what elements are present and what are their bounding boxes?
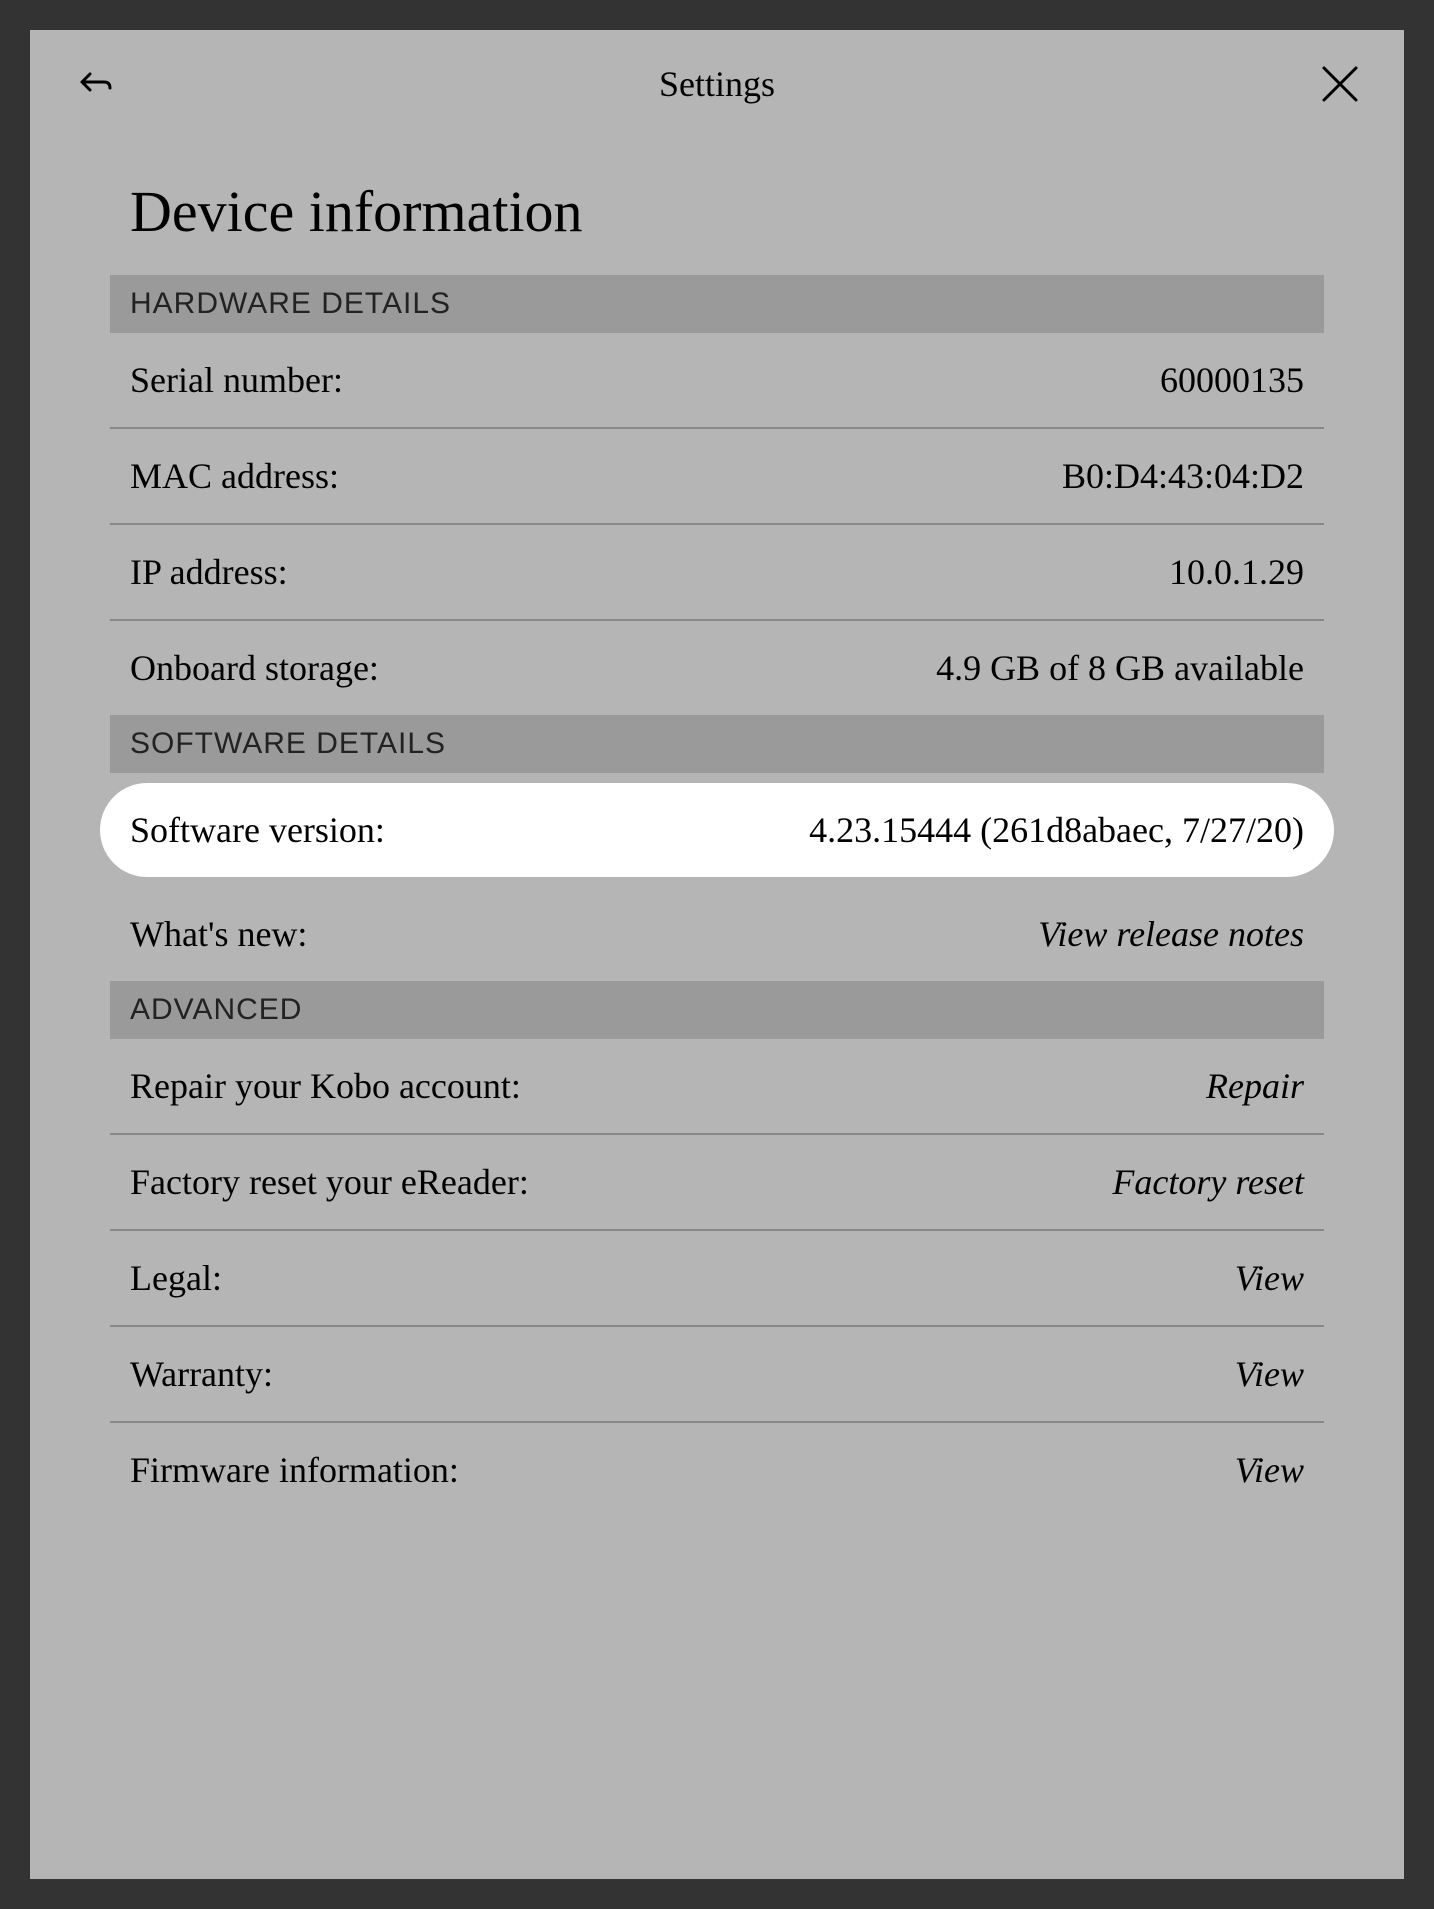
- row-serial-number: Serial number: 60000135: [110, 333, 1324, 429]
- ip-label: IP address:: [130, 551, 288, 593]
- legal-action[interactable]: View: [1235, 1257, 1304, 1299]
- serial-value: 60000135: [1160, 359, 1304, 401]
- whatsnew-action[interactable]: View release notes: [1038, 913, 1304, 955]
- row-firmware-info[interactable]: Firmware information: View: [110, 1423, 1324, 1517]
- content-area: Device information HARDWARE DETAILS Seri…: [30, 138, 1404, 1517]
- row-mac-address: MAC address: B0:D4:43:04:D2: [110, 429, 1324, 525]
- row-factory-reset[interactable]: Factory reset your eReader: Factory rese…: [110, 1135, 1324, 1231]
- factory-action[interactable]: Factory reset: [1112, 1161, 1304, 1203]
- factory-label: Factory reset your eReader:: [130, 1161, 529, 1203]
- repair-action[interactable]: Repair: [1206, 1065, 1304, 1107]
- version-label: Software version:: [130, 809, 385, 851]
- mac-label: MAC address:: [130, 455, 339, 497]
- row-onboard-storage: Onboard storage: 4.9 GB of 8 GB availabl…: [110, 621, 1324, 715]
- row-software-version: Software version: 4.23.15444 (261d8abaec…: [100, 783, 1334, 877]
- row-legal[interactable]: Legal: View: [110, 1231, 1324, 1327]
- back-icon[interactable]: [70, 60, 118, 108]
- firmware-label: Firmware information:: [130, 1449, 459, 1491]
- whatsnew-label: What's new:: [130, 913, 307, 955]
- serial-label: Serial number:: [130, 359, 343, 401]
- page-title: Device information: [110, 178, 1324, 245]
- row-ip-address: IP address: 10.0.1.29: [110, 525, 1324, 621]
- warranty-action[interactable]: View: [1235, 1353, 1304, 1395]
- settings-screen: Settings Device information HARDWARE DET…: [30, 30, 1404, 1879]
- storage-label: Onboard storage:: [130, 647, 379, 689]
- mac-value: B0:D4:43:04:D2: [1062, 455, 1304, 497]
- repair-label: Repair your Kobo account:: [130, 1065, 521, 1107]
- warranty-label: Warranty:: [130, 1353, 273, 1395]
- firmware-action[interactable]: View: [1235, 1449, 1304, 1491]
- row-whats-new[interactable]: What's new: View release notes: [110, 887, 1324, 981]
- row-warranty[interactable]: Warranty: View: [110, 1327, 1324, 1423]
- section-header-hardware: HARDWARE DETAILS: [110, 275, 1324, 333]
- topbar-title: Settings: [659, 63, 775, 105]
- version-value: 4.23.15444 (261d8abaec, 7/27/20): [809, 809, 1304, 851]
- topbar: Settings: [30, 30, 1404, 138]
- legal-label: Legal:: [130, 1257, 222, 1299]
- section-header-advanced: ADVANCED: [110, 981, 1324, 1039]
- storage-value: 4.9 GB of 8 GB available: [936, 647, 1304, 689]
- row-repair-account[interactable]: Repair your Kobo account: Repair: [110, 1039, 1324, 1135]
- section-header-software: SOFTWARE DETAILS: [110, 715, 1324, 773]
- ip-value: 10.0.1.29: [1169, 551, 1304, 593]
- close-icon[interactable]: [1316, 60, 1364, 108]
